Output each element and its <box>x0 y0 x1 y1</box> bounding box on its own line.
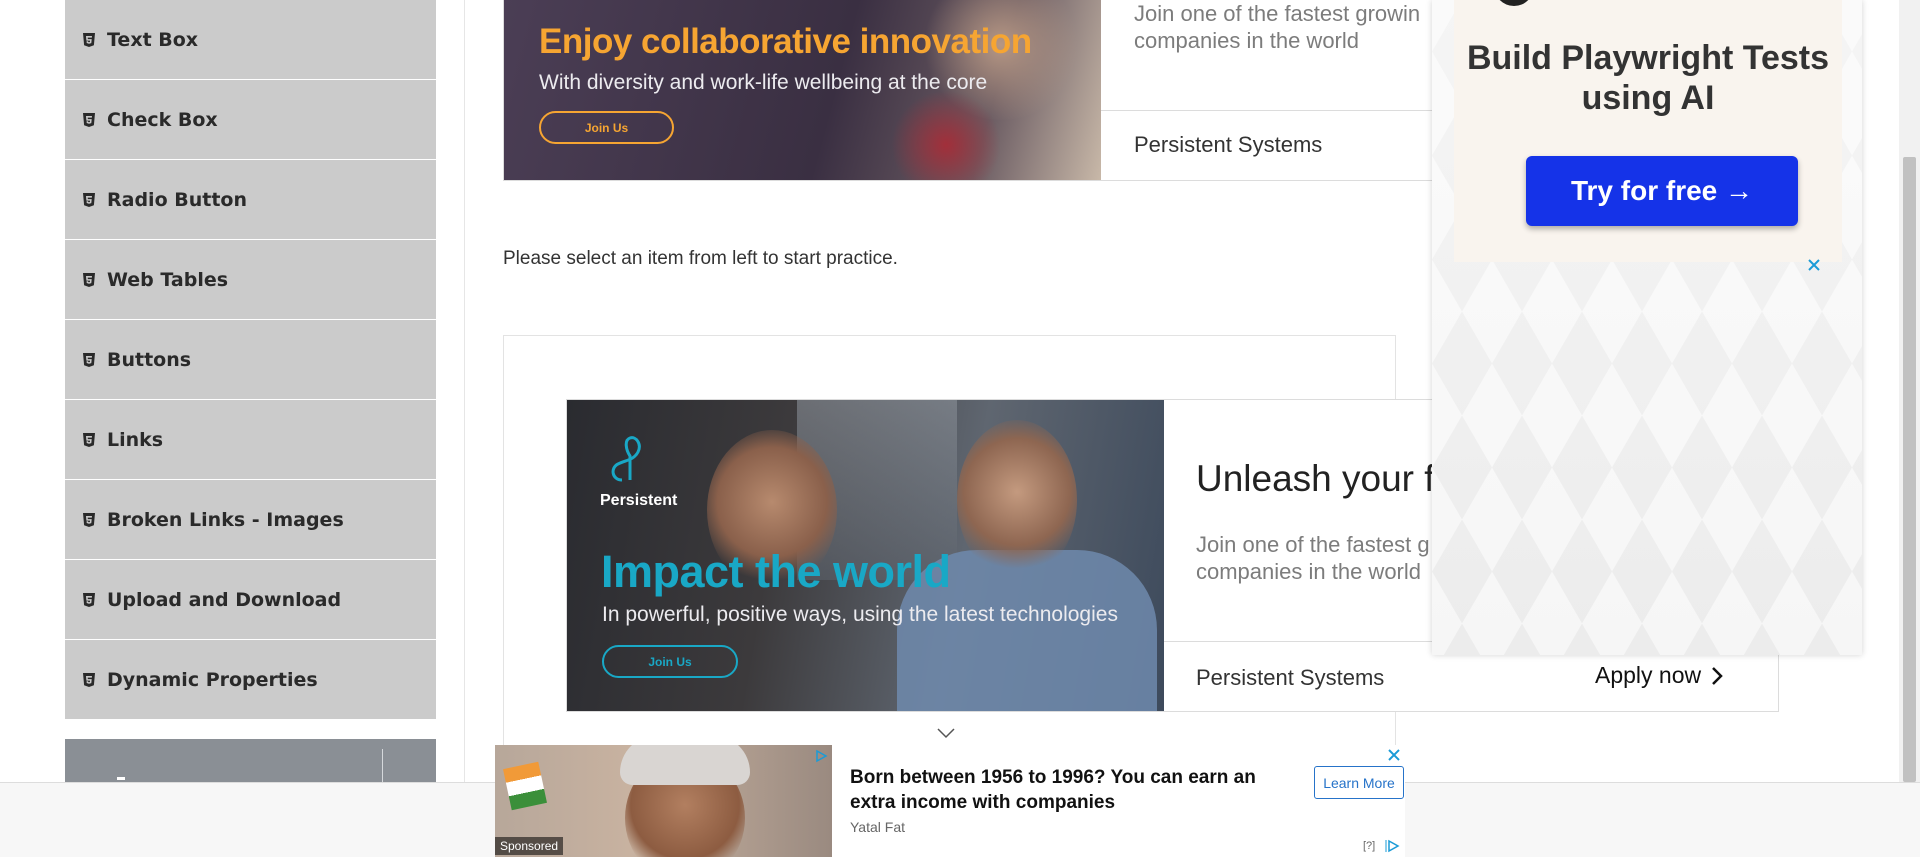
top-ad-headline: Enjoy collaborative innovation <box>539 22 1032 61</box>
persistent-logo-text: Persistent <box>600 492 678 509</box>
mid-ad-image: Persistent Impact the world In powerful,… <box>567 400 1164 711</box>
top-ad-brand[interactable]: Persistent Systems <box>1134 132 1322 158</box>
persistent-logo-icon <box>611 436 641 482</box>
adchoices-icon[interactable] <box>814 749 828 763</box>
sidebar-item-broken-links[interactable]: Broken Links - Images <box>65 480 436 560</box>
sponsored-label: Sponsored <box>495 837 564 855</box>
mid-ad-title: Unleash your f <box>1196 458 1435 499</box>
top-ad-description: Join one of the fastest growin companies… <box>1134 1 1421 53</box>
html5-icon <box>82 592 96 608</box>
html5-icon <box>82 432 96 448</box>
mid-ad-brand[interactable]: Persistent Systems <box>1196 665 1384 691</box>
practice-instructions: Please select an item from left to start… <box>503 248 898 269</box>
scrollbar[interactable] <box>1899 0 1920 782</box>
top-ad-join-button[interactable]: Join Us <box>539 111 674 144</box>
mid-ad-photo-person <box>957 420 1077 580</box>
side-ad-title: Build Playwright Tests using AI <box>1466 39 1830 117</box>
mid-ad-join-button[interactable]: Join Us <box>602 645 738 678</box>
mid-ad-subline: In powerful, positive ways, using the la… <box>602 603 1118 626</box>
html5-icon <box>82 352 96 368</box>
sidebar-menu: Text Box Check Box Radio Button Web Tabl… <box>65 0 436 720</box>
ad-help-link[interactable]: [?] <box>1363 840 1375 852</box>
html5-icon <box>82 32 96 48</box>
sidebar-item-links[interactable]: Links <box>65 400 436 480</box>
html5-icon <box>82 672 96 688</box>
sidebar-item-upload-download[interactable]: Upload and Download <box>65 560 436 640</box>
sidebar-item-check-box[interactable]: Check Box <box>65 80 436 160</box>
sidebar-item-label: Dynamic Properties <box>107 668 318 691</box>
bottom-ad-source: Yatal Fat <box>850 819 905 835</box>
side-ad[interactable]: Build Playwright Tests using AI Try for … <box>1432 0 1862 655</box>
html5-icon <box>82 112 96 128</box>
sidebar-item-dynamic-properties[interactable]: Dynamic Properties <box>65 640 436 720</box>
sidebar-item-label: Links <box>107 428 164 451</box>
html5-icon <box>82 192 96 208</box>
sidebar-item-radio-button[interactable]: Radio Button <box>65 160 436 240</box>
group-icon <box>117 777 125 780</box>
sidebar-item-label: Radio Button <box>107 188 247 211</box>
apply-now-link[interactable]: Apply now <box>1595 662 1723 689</box>
adchoices-icon[interactable] <box>1384 839 1400 853</box>
chevron-down-icon[interactable] <box>936 727 956 739</box>
top-banner-ad[interactable]: Enjoy collaborative innovation With dive… <box>503 0 1593 181</box>
sidebar-item-label: Broken Links - Images <box>107 508 344 531</box>
side-ad-card: Build Playwright Tests using AI Try for … <box>1454 0 1842 262</box>
side-ad-avatar-icon <box>1494 0 1534 6</box>
mid-ad-headline: Impact the world <box>601 546 951 597</box>
bottom-ad-headline[interactable]: Born between 1956 to 1996? You can earn … <box>850 765 1290 815</box>
scrollbar-thumb[interactable] <box>1903 157 1916 782</box>
html5-icon <box>82 512 96 528</box>
top-ad-subline: With diversity and work-life wellbeing a… <box>539 71 988 94</box>
sidebar-item-label: Text Box <box>107 28 199 51</box>
apply-now-label: Apply now <box>1595 662 1702 688</box>
sidebar-item-label: Buttons <box>107 348 192 371</box>
close-icon[interactable] <box>1387 748 1401 762</box>
learn-more-button[interactable]: Learn More <box>1314 766 1404 799</box>
bottom-sponsored-ad[interactable]: Sponsored Born between 1956 to 1996? You… <box>495 745 1405 857</box>
top-ad-image: Enjoy collaborative innovation With dive… <box>504 0 1101 180</box>
sidebar-item-label: Check Box <box>107 108 218 131</box>
sidebar-item-label: Web Tables <box>107 268 229 291</box>
bottom-ad-photo-hair <box>620 745 750 785</box>
sidebar-item-web-tables[interactable]: Web Tables <box>65 240 436 320</box>
html5-icon <box>82 272 96 288</box>
india-flag-icon <box>503 761 547 811</box>
chevron-right-icon <box>1712 666 1723 685</box>
sidebar-item-text-box[interactable]: Text Box <box>65 0 436 80</box>
try-for-free-button[interactable]: Try for free → <box>1526 156 1798 226</box>
close-icon[interactable] <box>1807 258 1821 272</box>
sidebar-item-buttons[interactable]: Buttons <box>65 320 436 400</box>
sidebar-item-label: Upload and Download <box>107 588 342 611</box>
page: Text Box Check Box Radio Button Web Tabl… <box>0 0 1920 857</box>
